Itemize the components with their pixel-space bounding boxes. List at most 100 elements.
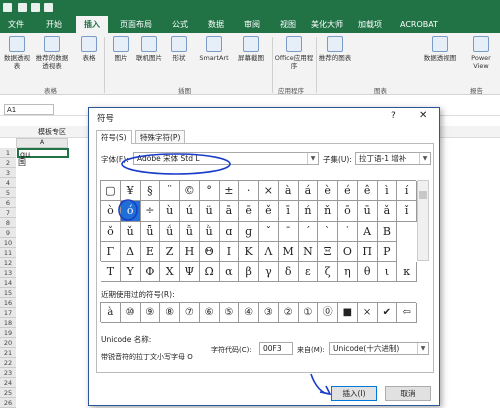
row-header[interactable]: 21: [0, 348, 16, 358]
recent-symbol-cell[interactable]: ③: [259, 303, 279, 323]
subset-select[interactable]: 拉丁语-1 增补 ▼: [355, 152, 431, 165]
symbol-cell[interactable]: Μ: [278, 241, 299, 262]
symbol-cell[interactable]: Π: [357, 241, 378, 262]
close-icon[interactable]: ✕: [419, 110, 427, 121]
symbol-cell[interactable]: ι: [377, 262, 398, 283]
save-icon[interactable]: [18, 3, 27, 12]
symbol-cell[interactable]: ň: [318, 201, 338, 222]
name-box[interactable]: A1: [4, 104, 54, 115]
symbol-cell[interactable]: Υ: [120, 262, 141, 283]
symbol-cell[interactable]: ú: [180, 201, 200, 222]
column-header-a[interactable]: A: [16, 138, 68, 148]
table-button[interactable]: 表格: [74, 36, 104, 62]
symbol-cell[interactable]: ˋ: [318, 221, 338, 242]
screenshot-button[interactable]: 屏幕截图: [234, 36, 268, 62]
symbol-cell[interactable]: í: [397, 181, 417, 202]
char-code-input[interactable]: 00F3: [259, 342, 293, 355]
row-header[interactable]: 20: [0, 338, 16, 348]
row-header[interactable]: 8: [0, 218, 16, 228]
recent-symbol-cell[interactable]: ⑨: [140, 303, 161, 323]
row-header[interactable]: 26: [0, 398, 16, 408]
tab-formulas[interactable]: 公式: [164, 16, 196, 33]
symbol-cell[interactable]: ò: [101, 201, 121, 222]
row-header[interactable]: 4: [0, 178, 16, 188]
symbol-cell[interactable]: γ: [259, 262, 279, 283]
symbol-cell[interactable]: à: [278, 181, 299, 202]
symbol-cell[interactable]: Χ: [160, 262, 180, 283]
symbol-cell[interactable]: ±: [219, 181, 240, 202]
symbol-cell[interactable]: ū: [357, 201, 378, 222]
symbol-cell[interactable]: ɑ: [219, 221, 240, 242]
symbol-cell[interactable]: Β: [377, 221, 398, 242]
sheet-tab-template[interactable]: 模板专区: [38, 127, 66, 137]
symbol-scrollbar[interactable]: [417, 180, 429, 261]
undo-icon[interactable]: [31, 3, 40, 12]
tab-file[interactable]: 文件: [0, 16, 32, 33]
symbol-cell[interactable]: á: [298, 181, 319, 202]
recent-symbol-cell[interactable]: ✔: [377, 303, 398, 323]
redo-icon[interactable]: [44, 3, 53, 12]
symbol-cell[interactable]: ¥: [120, 181, 141, 202]
symbol-cell[interactable]: ì: [377, 181, 398, 202]
row-header[interactable]: 3: [0, 168, 16, 178]
symbol-cell[interactable]: ζ: [318, 262, 338, 283]
row-header[interactable]: 7: [0, 208, 16, 218]
symbol-cell[interactable]: Ν: [298, 241, 319, 262]
row-header[interactable]: 19: [0, 328, 16, 338]
symbol-cell[interactable]: ε: [298, 262, 319, 283]
symbol-cell[interactable]: é: [338, 181, 358, 202]
symbol-cell[interactable]: ǐ: [397, 201, 417, 222]
symbol-cell[interactable]: °: [199, 181, 220, 202]
symbol-cell[interactable]: Δ: [120, 241, 141, 262]
symbol-cell[interactable]: Ζ: [160, 241, 180, 262]
symbol-cell[interactable]: ǚ: [180, 221, 200, 242]
tab-view[interactable]: 视图: [272, 16, 304, 33]
recent-symbol-cell[interactable]: ⑧: [160, 303, 180, 323]
tab-home[interactable]: 开始: [38, 16, 70, 33]
row-header[interactable]: 5: [0, 188, 16, 198]
row-header[interactable]: 9: [0, 228, 16, 238]
symbol-cell[interactable]: ǒ: [101, 221, 121, 242]
symbol-cell[interactable]: ˇ: [259, 221, 279, 242]
online-pictures-button[interactable]: 联机图片: [134, 36, 164, 62]
symbol-cell[interactable]: κ: [397, 262, 417, 283]
symbol-cell[interactable]: ×: [259, 181, 279, 202]
symbol-cell[interactable]: ù: [160, 201, 180, 222]
symbol-cell[interactable]: ǎ: [377, 201, 398, 222]
tab-data[interactable]: 数据: [200, 16, 232, 33]
row-header[interactable]: 22: [0, 358, 16, 368]
smartart-button[interactable]: SmartArt: [196, 36, 232, 62]
symbol-cell[interactable]: Τ: [101, 262, 121, 283]
recent-symbol-cell[interactable]: ⓪: [318, 303, 338, 323]
row-header[interactable]: 24: [0, 378, 16, 388]
row-header[interactable]: 17: [0, 308, 16, 318]
symbol-cell[interactable]: ©: [180, 181, 200, 202]
symbol-cell[interactable]: ǘ: [160, 221, 180, 242]
symbol-cell[interactable]: η: [338, 262, 358, 283]
tab-beautify-master[interactable]: 美化大师: [306, 16, 348, 33]
tab-symbols[interactable]: 符号(S): [96, 130, 132, 144]
symbol-cell[interactable]: ü: [199, 201, 220, 222]
symbol-cell[interactable]: Κ: [239, 241, 259, 262]
symbol-cell[interactable]: ā: [219, 201, 240, 222]
recent-symbol-cell[interactable]: à: [101, 303, 121, 323]
shapes-button[interactable]: 形状: [164, 36, 194, 62]
symbol-cell[interactable]: §: [140, 181, 161, 202]
recent-symbol-cell[interactable]: ⑩: [120, 303, 141, 323]
symbol-cell[interactable]: Ι: [219, 241, 240, 262]
cell-a1[interactable]: gu: [17, 148, 69, 159]
recommended-pivot-button[interactable]: 推荐的数据透视表: [34, 36, 70, 70]
symbol-cell[interactable]: ī: [278, 201, 299, 222]
symbol-cell[interactable]: Γ: [101, 241, 121, 262]
tab-page-layout[interactable]: 页面布局: [114, 16, 158, 33]
chevron-down-icon[interactable]: ▼: [307, 153, 318, 164]
symbol-cell[interactable]: ě: [259, 201, 279, 222]
recent-symbol-cell[interactable]: ×: [357, 303, 378, 323]
symbol-cell[interactable]: ó: [120, 201, 141, 222]
row-header[interactable]: 1: [0, 148, 16, 158]
symbol-cell[interactable]: δ: [278, 262, 299, 283]
office-apps-button[interactable]: Office应用程序: [274, 36, 314, 70]
row-header[interactable]: 18: [0, 318, 16, 328]
from-select[interactable]: Unicode(十六进制) ▼: [329, 342, 429, 355]
symbol-cell[interactable]: Ε: [140, 241, 161, 262]
